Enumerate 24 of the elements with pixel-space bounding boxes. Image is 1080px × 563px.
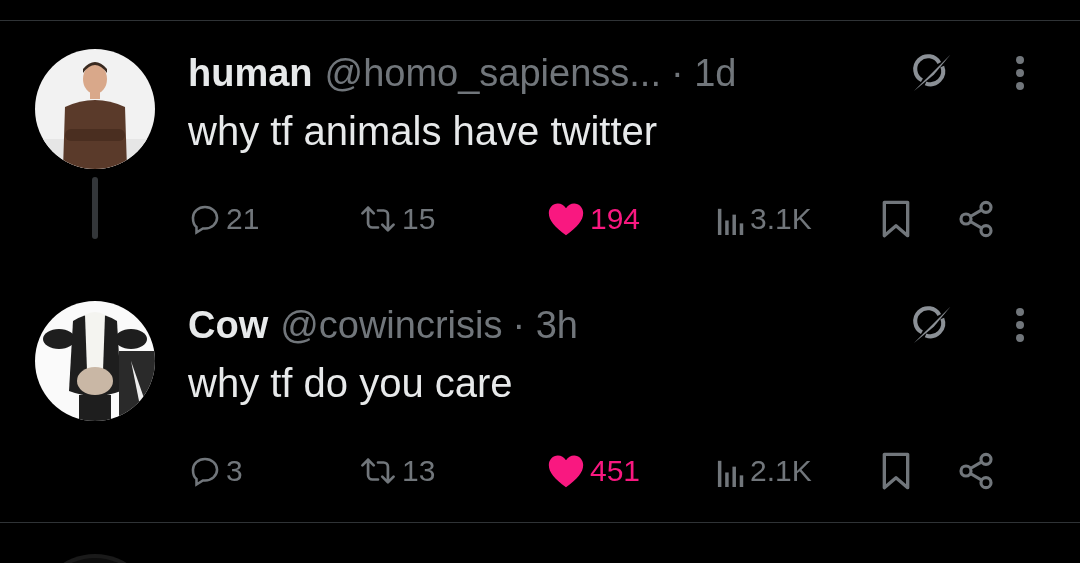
heart-icon [546, 201, 586, 237]
heart-icon [546, 453, 586, 489]
user-handle[interactable]: @homo_sapienss... [324, 51, 661, 95]
repost-count[interactable]: 15 [402, 202, 436, 236]
post-text: why tf do you care [188, 360, 514, 407]
more-icon[interactable] [1014, 55, 1026, 91]
post-time: · 3h [512, 303, 578, 347]
reply-count[interactable]: 3 [226, 454, 243, 488]
share-icon[interactable] [956, 451, 996, 491]
view-count[interactable]: 2.1K [750, 454, 812, 488]
share-icon[interactable] [956, 199, 996, 239]
reply-count[interactable]: 21 [226, 202, 260, 236]
more-icon[interactable] [1014, 307, 1026, 343]
display-name[interactable]: human [188, 51, 313, 95]
post-time: · 1d [671, 51, 737, 95]
display-name[interactable]: Cow [188, 303, 269, 347]
user-handle[interactable]: @cowincrisis [280, 303, 503, 347]
bookmark-icon[interactable] [881, 199, 911, 239]
post-text: why tf animals have twitter [188, 108, 659, 155]
like-count[interactable]: 194 [590, 202, 641, 236]
like-count[interactable]: 451 [590, 454, 641, 488]
view-count[interactable]: 3.1K [750, 202, 812, 236]
bookmark-icon[interactable] [881, 451, 911, 491]
repost-count[interactable]: 13 [402, 454, 436, 488]
